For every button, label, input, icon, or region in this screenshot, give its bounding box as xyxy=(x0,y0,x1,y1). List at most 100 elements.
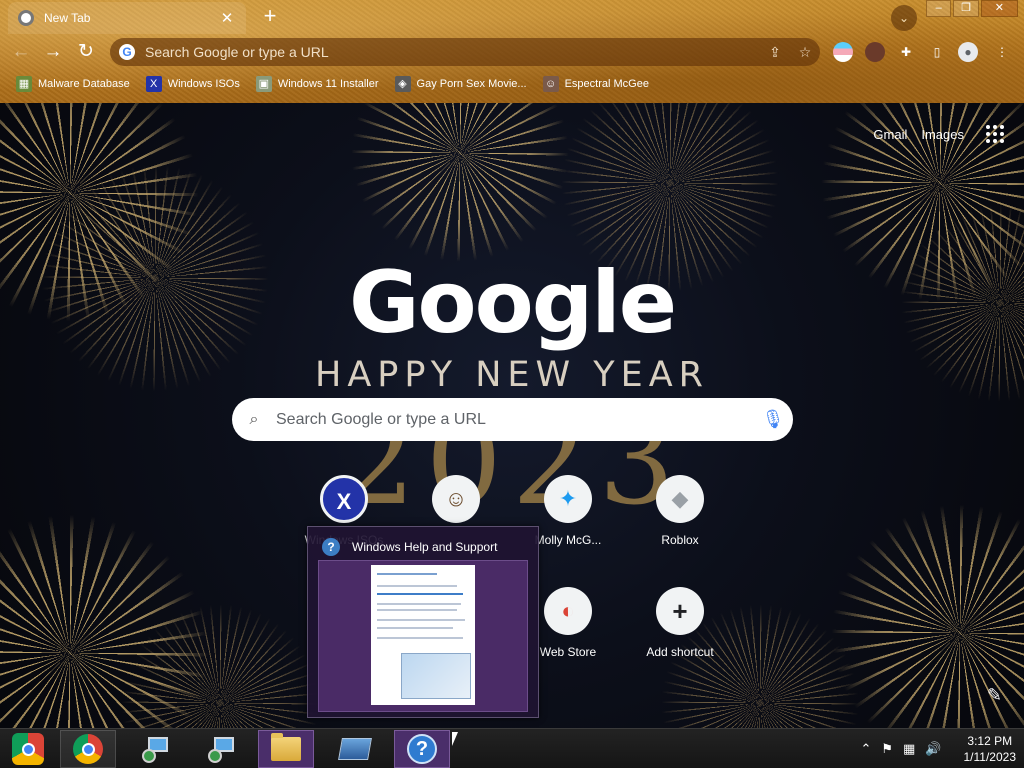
shortcut-add[interactable]: + Add shortcut xyxy=(624,587,736,659)
close-button[interactable]: ✕ xyxy=(980,0,1018,17)
doodle-tagline: HAPPY NEW YEAR xyxy=(315,355,709,395)
tab-close-icon[interactable]: ✕ xyxy=(218,9,236,27)
bookmark-malware-database[interactable]: ▦ Malware Database xyxy=(16,76,130,92)
thumbnail-line xyxy=(377,609,457,611)
taskbar-thumbnail-preview[interactable]: ? Windows Help and Support xyxy=(307,526,539,718)
shortcut-label: Roblox xyxy=(661,533,699,547)
thumbnail-line xyxy=(377,637,463,639)
cube-icon: ◈ xyxy=(394,76,411,92)
taskbar-chrome[interactable] xyxy=(60,730,116,768)
taskbar-file-explorer[interactable] xyxy=(258,730,314,768)
system-tray: ⌃ ⚑ ▦ 🔊 3:12 PM 1/11/2023 xyxy=(860,729,1016,768)
maximize-button[interactable]: ❐ xyxy=(953,0,979,17)
mouse-cursor-icon xyxy=(452,732,458,746)
help-icon: ? xyxy=(322,538,340,556)
windows-taskbar: ? ⌃ ⚑ ▦ 🔊 3:12 PM 1/11/2023 xyxy=(0,728,1024,768)
thumbnail-line xyxy=(377,585,457,587)
back-button[interactable]: ← xyxy=(8,39,34,65)
ntp-search-input[interactable]: Search Google or type a URL xyxy=(276,411,753,429)
new-tab-button[interactable]: + xyxy=(258,5,282,29)
bookmark-espectral-mcgee[interactable]: ☺ Espectral McGee xyxy=(542,76,649,92)
plus-icon: + xyxy=(656,587,704,635)
taskbar-remote-desktop-2[interactable] xyxy=(194,730,250,768)
firework-decoration xyxy=(350,103,570,263)
bookmarks-bar: ▦ Malware Database X Windows ISOs ▣ Wind… xyxy=(0,70,1024,98)
tab-new-tab[interactable]: New Tab ✕ xyxy=(8,2,246,34)
chrome-menu-icon[interactable]: ⋮ xyxy=(992,42,1012,62)
google-apps-icon[interactable] xyxy=(986,125,1004,143)
image-icon: ▣ xyxy=(255,76,272,92)
help-window-thumbnail xyxy=(371,565,475,705)
thumbnail-line xyxy=(377,619,465,621)
bookmark-label: Espectral McGee xyxy=(564,78,649,90)
bookmark-windows-isos[interactable]: X Windows ISOs xyxy=(145,76,240,92)
shortcut-avatar[interactable]: ☺ xyxy=(400,475,512,533)
clock-date: 1/11/2023 xyxy=(963,750,1017,764)
tab-search-button[interactable]: ⌄ xyxy=(891,5,917,31)
bookmark-movie-site[interactable]: ◈ Gay Porn Sex Movie... xyxy=(394,76,527,92)
ntp-search-box[interactable]: ⌕ Search Google or type a URL 🎙 xyxy=(232,398,793,441)
thumbnail-screenshot xyxy=(401,653,471,699)
bookmark-label: Malware Database xyxy=(38,78,130,90)
minimize-button[interactable]: – xyxy=(926,0,952,17)
volume-icon[interactable]: 🔊 xyxy=(925,741,941,757)
chrome-icon xyxy=(73,734,103,764)
x-icon: X xyxy=(320,475,368,523)
shortcut-label: Add shortcut xyxy=(646,645,714,659)
network-computer-icon xyxy=(142,735,170,763)
chrome-favicon-icon xyxy=(18,10,34,26)
bookmark-label: Windows 11 Installer xyxy=(277,78,379,90)
shortcut-roblox[interactable]: ◆ Roblox xyxy=(624,475,736,547)
start-orb-icon xyxy=(12,733,44,765)
thumbnail-line xyxy=(377,573,437,575)
profile-avatar-icon[interactable]: ● xyxy=(958,42,978,62)
omnibox-input[interactable]: Search Google or type a URL xyxy=(145,44,760,60)
extension-flag-icon[interactable] xyxy=(833,42,853,62)
network-icon[interactable]: ▦ xyxy=(903,741,915,757)
bookmark-star-icon[interactable]: ☆ xyxy=(790,44,820,61)
clock-time: 3:12 PM xyxy=(967,734,1013,748)
bookmark-label: Gay Porn Sex Movie... xyxy=(416,78,527,90)
taskbar-help-and-support[interactable]: ? xyxy=(394,730,450,768)
action-center-flag-icon[interactable]: ⚑ xyxy=(881,741,893,757)
tab-strip: New Tab ✕ + ⌄ – ❐ ✕ xyxy=(0,0,1024,34)
thumbnail-line xyxy=(377,627,453,629)
window-controls: – ❐ ✕ xyxy=(926,0,1020,18)
google-g-icon: G xyxy=(119,44,135,60)
start-button[interactable] xyxy=(0,730,56,768)
google-doodle-logo[interactable]: Google xyxy=(0,253,1024,353)
gmail-link[interactable]: Gmail xyxy=(873,127,907,142)
webstore-icon: ◐ xyxy=(544,587,592,635)
thumbnail-line xyxy=(377,603,461,605)
taskbar-remote-desktop-1[interactable] xyxy=(128,730,184,768)
show-hidden-icons-chevron-icon[interactable]: ⌃ xyxy=(860,741,871,757)
taskbar-command-window[interactable] xyxy=(327,730,383,768)
help-icon: ? xyxy=(407,734,437,764)
folder-icon xyxy=(271,733,301,761)
extensions-puzzle-icon[interactable]: ✚ xyxy=(896,42,916,62)
bookmark-windows-11-installer[interactable]: ▣ Windows 11 Installer xyxy=(255,76,379,92)
share-icon[interactable]: ⇪ xyxy=(760,44,790,61)
window-app-icon xyxy=(338,738,372,760)
preview-title: Windows Help and Support xyxy=(352,540,498,554)
clock[interactable]: 3:12 PM 1/11/2023 xyxy=(964,733,1017,765)
preview-thumbnail[interactable] xyxy=(318,560,528,712)
voice-search-icon[interactable]: 🎙 xyxy=(753,409,793,430)
browser-toolbar: ← → ↻ G Search Google or type a URL ⇪ ☆ … xyxy=(0,34,1024,70)
avatar-icon: ☺ xyxy=(542,76,559,92)
customize-pencil-icon[interactable]: ✎ xyxy=(987,685,1002,706)
network-computer-icon xyxy=(208,735,236,763)
browser-chrome: New Tab ✕ + ⌄ – ❐ ✕ ← → ↻ G Search Googl… xyxy=(0,0,1024,103)
forward-button[interactable]: → xyxy=(40,39,66,65)
search-icon: ⌕ xyxy=(249,410,259,428)
side-panel-icon[interactable]: ▯ xyxy=(927,42,947,62)
images-link[interactable]: Images xyxy=(921,127,964,142)
reload-button[interactable]: ↻ xyxy=(73,39,99,65)
extension-avatar-icon[interactable] xyxy=(865,42,885,62)
avatar-icon: ☺ xyxy=(432,475,480,523)
x-icon: X xyxy=(145,76,162,92)
roblox-icon: ◆ xyxy=(656,475,704,523)
tab-title: New Tab xyxy=(44,11,91,25)
bookmark-label: Windows ISOs xyxy=(167,78,240,90)
omnibox[interactable]: G Search Google or type a URL ⇪ ☆ xyxy=(110,38,820,66)
